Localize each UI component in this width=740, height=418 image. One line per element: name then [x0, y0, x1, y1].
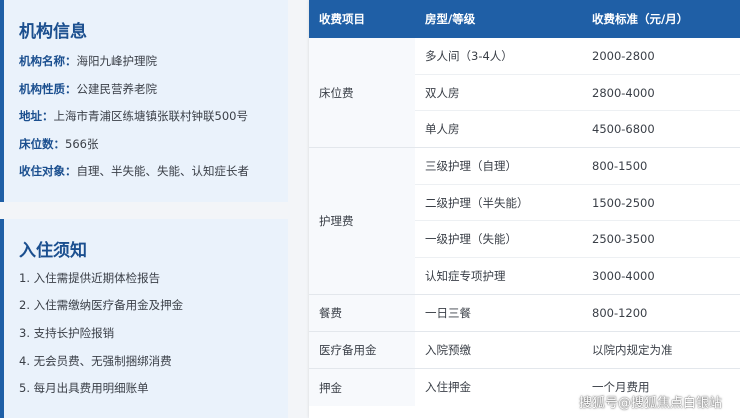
info-row-residents: 收住对象：自理、半失能、失能、认知症长者	[19, 163, 249, 179]
info-value: 566张	[65, 137, 99, 151]
admission-notice-card: 入住须知 1. 入住需提供近期体检报告 2. 入住需缴纳医疗备用金及押金 3. …	[0, 219, 288, 418]
table-row: 入院预缴 以院内规定为准	[415, 332, 740, 369]
price: 以院内规定为准	[592, 343, 673, 357]
price: 1500-2500	[592, 195, 655, 210]
category-cell: 医疗备用金	[309, 332, 415, 368]
price: 2800-4000	[592, 85, 655, 100]
table-row: 三级护理（自理） 800-1500	[415, 148, 740, 185]
table-header: 收费项目 房型/等级 收费标准（元/月）	[309, 0, 740, 38]
category-label: 护理费	[319, 214, 354, 228]
notice-item: 1. 入住需提供近期体检报告	[19, 271, 161, 285]
room-type: 多人间（3-4人）	[425, 49, 513, 63]
category-label: 餐费	[319, 306, 342, 320]
table-row: 多人间（3-4人） 2000-2800	[415, 38, 740, 75]
price: 800-1200	[592, 306, 648, 320]
admission-notice-title: 入住须知	[19, 241, 87, 261]
notice-item: 2. 入住需缴纳医疗备用金及押金	[19, 298, 184, 312]
info-row-nature: 机构性质：公建民营养老院	[19, 81, 157, 97]
category-label: 医疗备用金	[319, 343, 377, 357]
info-key: 机构性质：	[19, 82, 77, 96]
category-cell: 床位费	[309, 38, 415, 147]
price: 3000-4000	[592, 268, 655, 283]
notice-item: 4. 无会员费、无强制捆绑消费	[19, 354, 172, 368]
care-level: 三级护理（自理）	[425, 159, 517, 173]
care-level: 一级护理（失能）	[425, 232, 517, 246]
care-level: 二级护理（半失能）	[425, 195, 529, 210]
category-cell: 餐费	[309, 295, 415, 331]
page: 机构信息 机构名称：海阳九峰护理院 机构性质：公建民营养老院 地址：上海市青浦区…	[0, 0, 740, 418]
header-price: 收费标准（元/月）	[592, 12, 689, 26]
category-label: 押金	[319, 380, 342, 395]
care-level: 认知症专项护理	[425, 268, 506, 283]
room-type: 单人房	[425, 122, 460, 136]
institution-info-title: 机构信息	[19, 22, 87, 42]
fee-group-nursing: 护理费 三级护理（自理） 800-1500 二级护理（半失能） 1500-250…	[309, 148, 740, 295]
info-value: 公建民营养老院	[76, 82, 158, 96]
table-row: 双人房 2800-4000	[415, 75, 740, 111]
table-row: 认知症专项护理 3000-4000	[415, 258, 740, 295]
info-row-beds: 床位数：566张	[19, 136, 98, 152]
category-cell: 押金	[309, 369, 415, 406]
info-row-name: 机构名称：海阳九峰护理院	[19, 53, 157, 69]
info-row-address: 地址：上海市青浦区练塘镇张联村钟联500号	[19, 108, 248, 124]
info-key: 地址：	[19, 109, 54, 123]
item-type: 一日三餐	[425, 306, 471, 320]
header-type: 房型/等级	[425, 12, 476, 26]
notice-item: 5. 每月出具费用明细账单	[19, 381, 149, 395]
price: 4500-6800	[592, 122, 655, 136]
fee-group-bed: 床位费 多人间（3-4人） 2000-2800 双人房 2800-4000 单人…	[309, 38, 740, 148]
header-category: 收费项目	[319, 12, 365, 26]
institution-info-card: 机构信息 机构名称：海阳九峰护理院 机构性质：公建民营养老院 地址：上海市青浦区…	[0, 0, 288, 202]
price: 2000-2800	[592, 49, 655, 63]
info-key: 收住对象：	[19, 164, 77, 178]
fee-group-meals: 餐费 一日三餐 800-1200	[309, 295, 740, 332]
info-key: 床位数：	[19, 137, 65, 151]
item-type: 入住押金	[425, 380, 471, 394]
price: 800-1500	[592, 159, 648, 173]
price: 2500-3500	[592, 232, 655, 246]
watermark: 搜狐号@搜狐焦点白银站	[578, 396, 722, 411]
item-type: 入院预缴	[425, 343, 471, 357]
table-row: 二级护理（半失能） 1500-2500	[415, 185, 740, 221]
fee-group-medical-reserve: 医疗备用金 入院预缴 以院内规定为准	[309, 332, 740, 369]
category-label: 床位费	[319, 85, 354, 100]
table-row: 一级护理（失能） 2500-3500	[415, 221, 740, 258]
fee-table: 收费项目 房型/等级 收费标准（元/月） 床位费 多人间（3-4人） 2000-…	[309, 0, 740, 418]
table-row: 一日三餐 800-1200	[415, 295, 740, 332]
category-cell: 护理费	[309, 148, 415, 294]
notice-item: 3. 支持长护险报销	[19, 326, 115, 340]
table-row: 单人房 4500-6800	[415, 111, 740, 148]
info-value: 海阳九峰护理院	[76, 54, 158, 68]
info-value: 上海市青浦区练塘镇张联村钟联500号	[53, 109, 248, 123]
info-key: 机构名称：	[19, 54, 77, 68]
info-value: 自理、半失能、失能、认知症长者	[76, 164, 250, 178]
room-type: 双人房	[425, 85, 460, 100]
